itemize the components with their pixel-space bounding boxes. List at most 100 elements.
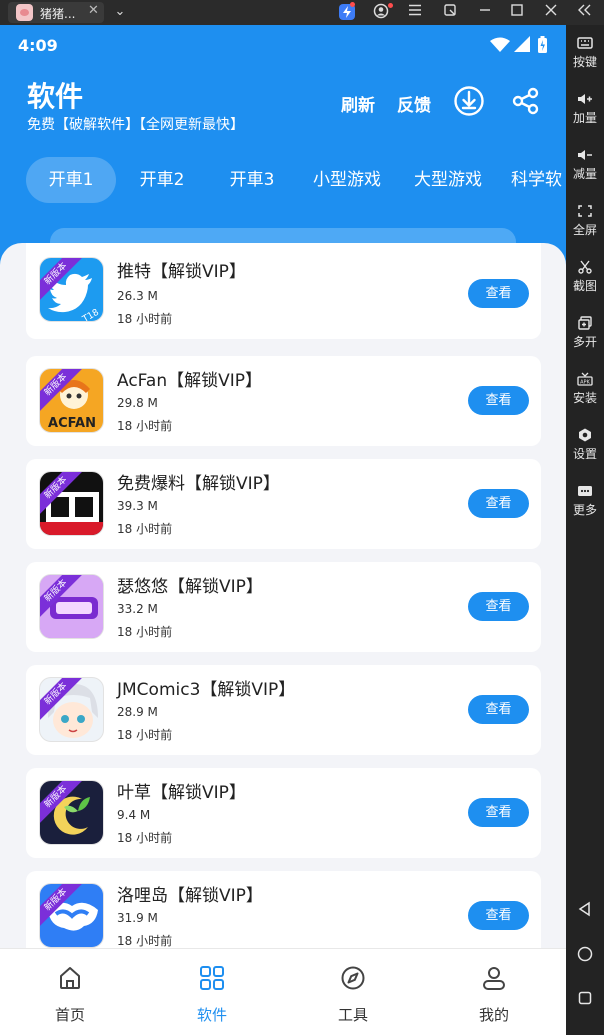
pig-app-icon	[16, 4, 33, 21]
tab-kaiche3[interactable]: 开車3	[215, 157, 289, 203]
grid-icon	[200, 966, 224, 990]
app-name: 洛哩岛【解锁VIP】	[117, 886, 263, 906]
sidebar-item-multi[interactable]: 多开	[566, 316, 604, 350]
download-icon[interactable]	[453, 85, 485, 117]
app-card[interactable]: 新版本 叶草【解锁VIP】 9.4 M 18 小时前 查看	[26, 768, 541, 858]
view-button[interactable]: 查看	[468, 386, 529, 415]
sidebar-label: 更多	[572, 503, 597, 517]
minimize-icon[interactable]	[475, 3, 495, 23]
sidebar-item-settings[interactable]: 设置	[566, 428, 604, 462]
baoliao-app-icon: 新版本	[39, 471, 104, 536]
tab-small-games[interactable]: 小型游戏	[308, 157, 386, 203]
emulator-sidebar: 按键 加量 减量 全屏 截图 多开 APK 安装 设置 更多	[566, 25, 604, 1035]
volume-up-icon	[578, 94, 592, 104]
tab-kaiche1[interactable]: 开車1	[26, 157, 116, 203]
app-size: 9.4 M	[117, 808, 151, 822]
more-icon	[578, 486, 592, 496]
sidebar-item-install[interactable]: APK 安装	[566, 372, 604, 406]
home-icon	[60, 967, 80, 989]
sidebar-item-more[interactable]: 更多	[566, 484, 604, 518]
nav-label: 软件	[196, 1006, 227, 1024]
nav-tools[interactable]: 工具	[313, 949, 393, 1035]
nav-label: 工具	[337, 1006, 368, 1024]
notification-dot	[350, 2, 355, 7]
app-updated-time: 18 小时前	[117, 625, 173, 639]
app-size: 28.9 M	[117, 705, 158, 719]
app-name: 瑟悠悠【解锁VIP】	[117, 577, 263, 597]
sidebar-item-fullscreen[interactable]: 全屏	[566, 204, 604, 238]
tab-kaiche2[interactable]: 开車2	[125, 157, 199, 203]
app-updated-time: 18 小时前	[117, 728, 173, 742]
wifi-icon	[490, 37, 510, 52]
multi-instance-icon	[578, 316, 592, 330]
app-name: 免费爆料【解锁VIP】	[117, 474, 280, 494]
menu-icon[interactable]	[405, 3, 425, 23]
maximize-icon[interactable]	[507, 3, 527, 23]
pin-window-icon[interactable]	[440, 3, 460, 23]
app-list: T18 新版本 推特【解锁VIP】 26.3 M 18 小时前 查看 ACFAN…	[0, 243, 566, 953]
view-button[interactable]: 查看	[468, 489, 529, 518]
window-tab[interactable]: 猪猪... ✕	[8, 2, 104, 23]
view-button[interactable]: 查看	[468, 901, 529, 930]
home-nav-icon[interactable]	[577, 946, 593, 962]
sidebar-label: 安装	[572, 391, 597, 405]
app-card[interactable]: T18 新版本 推特【解锁VIP】 26.3 M 18 小时前 查看	[26, 243, 541, 339]
app-updated-time: 18 小时前	[117, 419, 173, 433]
back-nav-icon[interactable]	[577, 901, 593, 917]
sidebar-item-volume-up[interactable]: 加量	[566, 92, 604, 126]
tab-dropdown-icon[interactable]: ⌄	[110, 2, 130, 22]
nav-label: 首页	[54, 1006, 85, 1024]
view-button[interactable]: 查看	[468, 695, 529, 724]
share-icon[interactable]	[510, 85, 542, 117]
scissors-icon	[578, 260, 592, 274]
app-updated-time: 18 小时前	[117, 831, 173, 845]
app-card[interactable]: 新版本 JMComic3【解锁VIP】 28.9 M 18 小时前 查看	[26, 665, 541, 755]
svg-text:APK: APK	[580, 380, 590, 386]
user-icon	[483, 967, 505, 990]
status-time: 4:09	[18, 36, 58, 55]
app-size: 39.3 M	[117, 499, 158, 513]
compass-icon	[341, 966, 365, 990]
tab-close-icon[interactable]: ✕	[88, 3, 99, 18]
luolidao-app-icon: 新版本	[39, 883, 104, 948]
tab-large-games[interactable]: 大型游戏	[409, 157, 487, 203]
app-card[interactable]: ACFAN 新版本 AcFan【解锁VIP】 29.8 M 18 小时前 查看	[26, 356, 541, 446]
emulator-title-bar: 猪猪... ✕ ⌄	[0, 0, 604, 25]
view-button[interactable]: 查看	[468, 592, 529, 621]
app-size: 29.8 M	[117, 396, 158, 410]
app-card[interactable]: 新版本 免费爆料【解锁VIP】 39.3 M 18 小时前 查看	[26, 459, 541, 549]
bottom-navigation: 首页 软件 工具 我的	[0, 948, 566, 1035]
app-updated-time: 18 小时前	[117, 934, 173, 948]
phone-screen: 4:09 软件 免费【破解软件】【全网更新最快】 刷新 反馈 开車1 开車2 开…	[0, 25, 566, 1035]
nav-home[interactable]: 首页	[30, 949, 110, 1035]
keyboard-icon	[577, 37, 593, 49]
nav-software[interactable]: 软件	[172, 949, 252, 1035]
signal-icon	[514, 36, 530, 52]
view-button[interactable]: 查看	[468, 279, 529, 308]
apk-install-icon: APK	[577, 372, 593, 386]
sidebar-item-volume-down[interactable]: 减量	[566, 148, 604, 182]
tab-science-software[interactable]: 科学软	[511, 157, 566, 203]
refresh-button[interactable]: 刷新	[341, 91, 375, 116]
sidebar-item-screenshot[interactable]: 截图	[566, 260, 604, 294]
category-tabs: 开車1 开車2 开車3 小型游戏 大型游戏 科学软	[0, 157, 566, 205]
page-title: 软件	[27, 80, 84, 113]
sidebar-item-keys[interactable]: 按键	[566, 36, 604, 70]
app-updated-time: 18 小时前	[117, 522, 173, 536]
view-button[interactable]: 查看	[468, 798, 529, 827]
app-name: 叶草【解锁VIP】	[117, 783, 246, 803]
app-card[interactable]: 新版本 瑟悠悠【解锁VIP】 33.2 M 18 小时前 查看	[26, 562, 541, 652]
nav-mine[interactable]: 我的	[454, 949, 534, 1035]
close-window-icon[interactable]	[541, 3, 561, 23]
app-size: 33.2 M	[117, 602, 158, 616]
svg-text:ACFAN: ACFAN	[48, 416, 96, 431]
settings-icon	[579, 428, 591, 442]
app-card[interactable]: 新版本 洛哩岛【解锁VIP】 31.9 M 18 小时前 查看	[26, 871, 541, 953]
recents-nav-icon[interactable]	[577, 990, 593, 1006]
sidebar-label: 截图	[572, 279, 597, 293]
page-subtitle: 免费【破解软件】【全网更新最快】	[27, 117, 244, 133]
sidebar-label: 按键	[572, 55, 597, 69]
twitter-app-icon: T18 新版本	[39, 257, 104, 322]
feedback-button[interactable]: 反馈	[397, 91, 431, 116]
collapse-sidebar-icon[interactable]	[574, 3, 594, 23]
